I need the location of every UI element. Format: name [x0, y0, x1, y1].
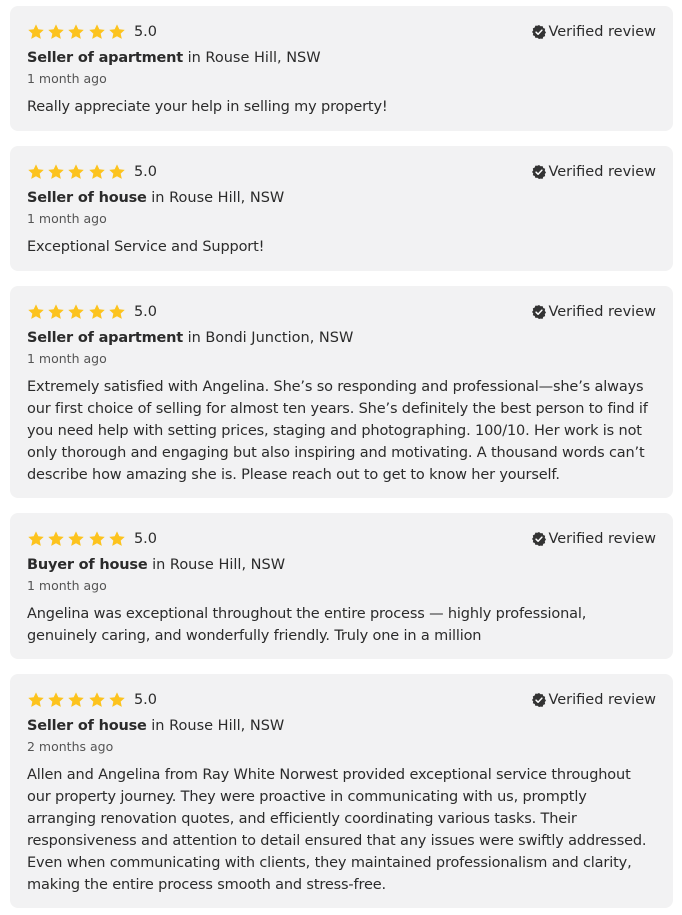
- star-icon: [48, 24, 64, 39]
- star-rating: 5.0: [27, 530, 157, 548]
- star-icon: [28, 164, 44, 179]
- review-text: Exceptional Service and Support!: [27, 239, 265, 255]
- verified-badge-icon: [532, 25, 547, 39]
- verified-label: Verified review: [548, 692, 656, 708]
- star-icon: [109, 164, 125, 179]
- reviewer-role: Seller of apartment: [27, 50, 183, 66]
- star-icon: [68, 304, 85, 319]
- verified-badge-icon: [532, 532, 547, 546]
- reviewer-location: in Rouse Hill, NSW: [151, 718, 285, 734]
- star-rating: 5.0: [27, 23, 157, 41]
- rating-value: 5.0: [133, 164, 157, 180]
- star-icon: [88, 304, 105, 319]
- reviewer-role-line: Seller of apartment in Rouse Hill, NSW: [27, 48, 321, 68]
- verified-label: Verified review: [548, 531, 656, 547]
- review-card: 5.0 Verified review Seller of apartment …: [10, 6, 673, 131]
- star-icon: [109, 24, 125, 39]
- star-icon: [88, 164, 105, 179]
- verified-badge-icon: [532, 305, 547, 319]
- star-icon: [48, 164, 64, 179]
- reviewer-location: in Rouse Hill, NSW: [151, 190, 285, 206]
- verified-badge: Verified review: [531, 691, 656, 709]
- reviewer-role-line: Seller of apartment in Bondi Junction, N…: [27, 328, 353, 348]
- star-icon: [48, 692, 64, 707]
- review-text: Angelina was exceptional throughout the …: [27, 606, 587, 644]
- star-icon: [88, 531, 105, 546]
- star-icon: [68, 531, 85, 546]
- star-rating: 5.0: [27, 303, 157, 321]
- verified-badge: Verified review: [531, 530, 656, 548]
- verified-badge-icon: [532, 165, 547, 179]
- star-icon: [68, 164, 85, 179]
- reviewer-role: Seller of house: [27, 718, 147, 734]
- review-card: 5.0 Verified review Seller of apartment …: [10, 286, 673, 498]
- review-text: Extremely satisfied with Angelina. She’s…: [27, 379, 648, 483]
- review-card: 5.0 Verified review Seller of house in R…: [10, 674, 673, 908]
- star-icon: [68, 24, 85, 39]
- verified-label: Verified review: [548, 24, 656, 40]
- rating-value: 5.0: [133, 24, 157, 40]
- reviewer-role: Seller of apartment: [27, 330, 183, 346]
- star-icon: [109, 531, 125, 546]
- review-text: Allen and Angelina from Ray White Norwes…: [27, 767, 647, 893]
- review-date: 2 months ago: [27, 739, 114, 754]
- verified-badge-icon: [532, 693, 547, 707]
- review-date: 1 month ago: [27, 71, 107, 86]
- star-rating: 5.0: [27, 691, 157, 709]
- star-icon: [48, 531, 64, 546]
- review-date: 1 month ago: [27, 211, 107, 226]
- rating-value: 5.0: [133, 692, 157, 708]
- review-card: 5.0 Verified review Buyer of house in Ro…: [10, 513, 673, 659]
- review-date: 1 month ago: [27, 578, 107, 593]
- verified-label: Verified review: [548, 164, 656, 180]
- star-icon: [48, 304, 64, 319]
- review-text: Really appreciate your help in selling m…: [27, 99, 388, 115]
- star-icon: [28, 304, 44, 319]
- verified-badge: Verified review: [531, 23, 656, 41]
- verified-badge: Verified review: [531, 303, 656, 321]
- star-icon: [68, 692, 85, 707]
- reviewer-role: Seller of house: [27, 190, 147, 206]
- rating-value: 5.0: [133, 531, 157, 547]
- star-rating: 5.0: [27, 163, 157, 181]
- review-card: 5.0 Verified review Seller of house in R…: [10, 146, 673, 271]
- star-icon: [109, 692, 125, 707]
- reviewer-role: Buyer of house: [27, 557, 148, 573]
- reviewer-role-line: Seller of house in Rouse Hill, NSW: [27, 188, 284, 208]
- star-icon: [109, 304, 125, 319]
- star-icon: [88, 24, 105, 39]
- star-icon: [28, 692, 44, 707]
- reviewer-role-line: Buyer of house in Rouse Hill, NSW: [27, 555, 285, 575]
- verified-badge: Verified review: [531, 163, 656, 181]
- reviewer-location: in Rouse Hill, NSW: [152, 557, 286, 573]
- reviewer-role-line: Seller of house in Rouse Hill, NSW: [27, 716, 284, 736]
- star-icon: [28, 531, 44, 546]
- review-date: 1 month ago: [27, 351, 107, 366]
- star-icon: [88, 692, 105, 707]
- reviewer-location: in Bondi Junction, NSW: [187, 330, 354, 346]
- rating-value: 5.0: [133, 304, 157, 320]
- verified-label: Verified review: [548, 304, 656, 320]
- star-icon: [28, 24, 44, 39]
- reviewer-location: in Rouse Hill, NSW: [187, 50, 321, 66]
